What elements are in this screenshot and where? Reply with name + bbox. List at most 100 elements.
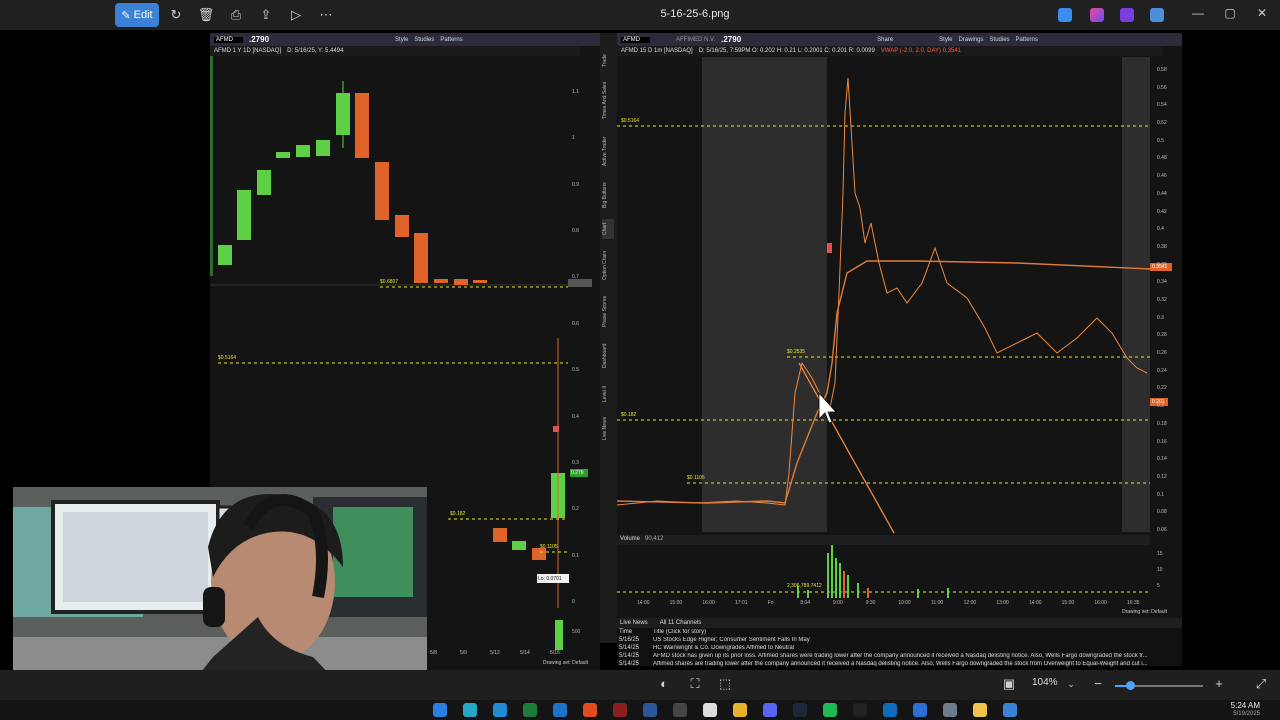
rotate-icon[interactable]: ↻ <box>167 6 185 24</box>
taskbar <box>0 700 1280 720</box>
folder-icon[interactable] <box>973 703 987 717</box>
share-icon[interactable]: ⇪ <box>257 6 275 24</box>
xbox-icon[interactable] <box>523 703 537 717</box>
candle <box>237 190 251 240</box>
news-time: 5/14/25 <box>619 661 640 667</box>
fullscreen-icon[interactable]: ⤢ <box>1252 675 1270 693</box>
chevron-down-icon[interactable]: ⌄ <box>1062 675 1080 693</box>
x-axis-tick: 8:04 <box>800 600 811 606</box>
volume-axis-tick: 15 <box>1157 551 1163 557</box>
level-label: $0.182 <box>450 511 466 517</box>
app-icon[interactable] <box>1058 8 1072 22</box>
maximize-icon[interactable]: ▢ <box>1220 6 1240 24</box>
y-axis-tick: 0.2 <box>572 506 579 513</box>
discord-icon[interactable] <box>763 703 777 717</box>
y-axis-tick: 0.5 <box>572 367 579 374</box>
drawing-set-label[interactable]: Drawing set: Default <box>543 660 588 666</box>
x-axis-tick: 11:00 <box>931 600 944 606</box>
close-icon[interactable]: ✕ <box>1252 6 1272 24</box>
tab-live-news[interactable]: Live News <box>602 413 614 443</box>
steam-icon[interactable] <box>793 703 807 717</box>
candle <box>276 152 290 158</box>
level-label: $0.1105 <box>540 544 558 550</box>
app-icon[interactable] <box>673 703 687 717</box>
tab-level-ii[interactable]: Level II <box>602 381 614 406</box>
x-axis-tick: 14:00 <box>637 600 650 606</box>
volume-indicator <box>210 56 213 276</box>
print-icon[interactable]: ⎙ <box>227 6 245 24</box>
tab-phase-scores[interactable]: Phase Scores <box>602 291 614 331</box>
x-axis-tick: 16:00 <box>1094 600 1107 606</box>
slideshow-icon[interactable]: ▷ <box>287 6 305 24</box>
tab-active-trader[interactable]: Active Trader <box>602 131 614 171</box>
zoom-level[interactable]: 104% <box>1032 677 1058 688</box>
tab-times-and-sales[interactable]: Times And Sales <box>602 75 614 125</box>
tab-live-news[interactable]: Live News <box>620 620 648 626</box>
app-icon[interactable] <box>1090 8 1104 22</box>
y-axis-tick: 0.54 <box>1157 102 1167 109</box>
y-axis-tick: 0.14 <box>1157 456 1167 463</box>
intraday-chart-panel: AFMD AFFIMED N.V. .2790 Share Style Draw… <box>617 33 1182 618</box>
zoom-in-icon[interactable]: + <box>1210 675 1228 693</box>
minimize-icon[interactable]: — <box>1188 6 1208 24</box>
x-axis-tick: 15:00 <box>669 600 683 606</box>
app-icon[interactable] <box>463 703 477 717</box>
cloud-icon[interactable] <box>1150 8 1164 22</box>
edit-button[interactable]: ✎ Edit <box>115 3 159 27</box>
intraday-chart-canvas[interactable] <box>617 33 1182 618</box>
news-row[interactable]: 5/14/25 AFMD stock has given up its prior… <box>617 652 1182 660</box>
fit-icon[interactable]: ▣ <box>1000 675 1018 693</box>
chrome-icon[interactable] <box>733 703 747 717</box>
y-axis-tick: 0.36 <box>1157 261 1167 268</box>
edge-icon[interactable] <box>433 703 447 717</box>
app-icon[interactable] <box>613 703 627 717</box>
drawing-set-label[interactable]: Drawing set: Default <box>1122 609 1167 615</box>
news-row[interactable]: 5/16/25 US Stocks Edge Higher; Consumer S… <box>617 636 1182 644</box>
y-axis-tick: 0.9 <box>572 181 579 188</box>
volume-level-label: 2,306,789.7412 <box>787 583 822 589</box>
tab-chart[interactable]: Chart <box>602 219 614 239</box>
candle <box>512 541 526 550</box>
outlook-icon[interactable] <box>883 703 897 717</box>
tab-big-buttons[interactable]: Big Buttons <box>602 178 614 213</box>
tab-trade[interactable]: Trade <box>602 51 614 71</box>
file-icon[interactable] <box>703 703 717 717</box>
enhance-icon[interactable]: ◐ <box>655 675 673 693</box>
x-axis-tick: 5/12 <box>490 650 500 656</box>
news-row[interactable]: 5/14/25 Affimed shares are trading lower … <box>617 660 1182 668</box>
app-icon[interactable] <box>493 703 507 717</box>
crop-icon[interactable]: ⛶ <box>686 675 704 693</box>
system-clock[interactable]: 5:24 AM 5/19/2025 <box>1200 701 1260 719</box>
news-time: 5/16/25 <box>619 637 640 643</box>
news-title: Affimed shares are trading lower after t… <box>653 661 1148 667</box>
tab-all-channels[interactable]: All 11 Channels <box>660 620 702 626</box>
tab-dashboard[interactable]: Dashboard <box>602 338 614 373</box>
live-news-panel: Live News All 11 Channels Time Title (Cl… <box>617 618 1182 668</box>
spotify-icon[interactable] <box>823 703 837 717</box>
zoom-slider-thumb[interactable] <box>1126 681 1135 690</box>
column-time: Time <box>619 629 633 635</box>
zoom-out-icon[interactable]: − <box>1089 675 1107 693</box>
level-label: $0.2535 <box>787 349 806 355</box>
settings-icon[interactable] <box>943 703 957 717</box>
x-axis-tick: 12:00 <box>963 600 977 606</box>
candle <box>257 170 271 195</box>
app-icon[interactable] <box>1120 8 1134 22</box>
marker-icon <box>553 426 559 432</box>
app-icon[interactable] <box>853 703 867 717</box>
y-axis-tick: 0.4 <box>1157 226 1164 233</box>
select-icon[interactable]: ⬚ <box>716 675 734 693</box>
y-axis-tick: 0.24 <box>1157 367 1167 374</box>
news-header: Time Title (Click for story) <box>617 628 1182 636</box>
tab-option-chain[interactable]: Option Chain <box>602 245 614 285</box>
app-icon[interactable] <box>583 703 597 717</box>
word-icon[interactable] <box>643 703 657 717</box>
more-icon[interactable]: ⋯ <box>317 6 335 24</box>
news-row[interactable]: 5/14/25 HC Wainwright & Co. Downgrades Af… <box>617 644 1182 652</box>
candle <box>336 93 350 135</box>
delete-icon[interactable]: 🗑 <box>197 6 215 24</box>
app-icon[interactable] <box>553 703 567 717</box>
photos-icon[interactable] <box>1003 703 1017 717</box>
app-icon[interactable] <box>913 703 927 717</box>
y-axis-tick: 0.06 <box>1157 527 1167 533</box>
